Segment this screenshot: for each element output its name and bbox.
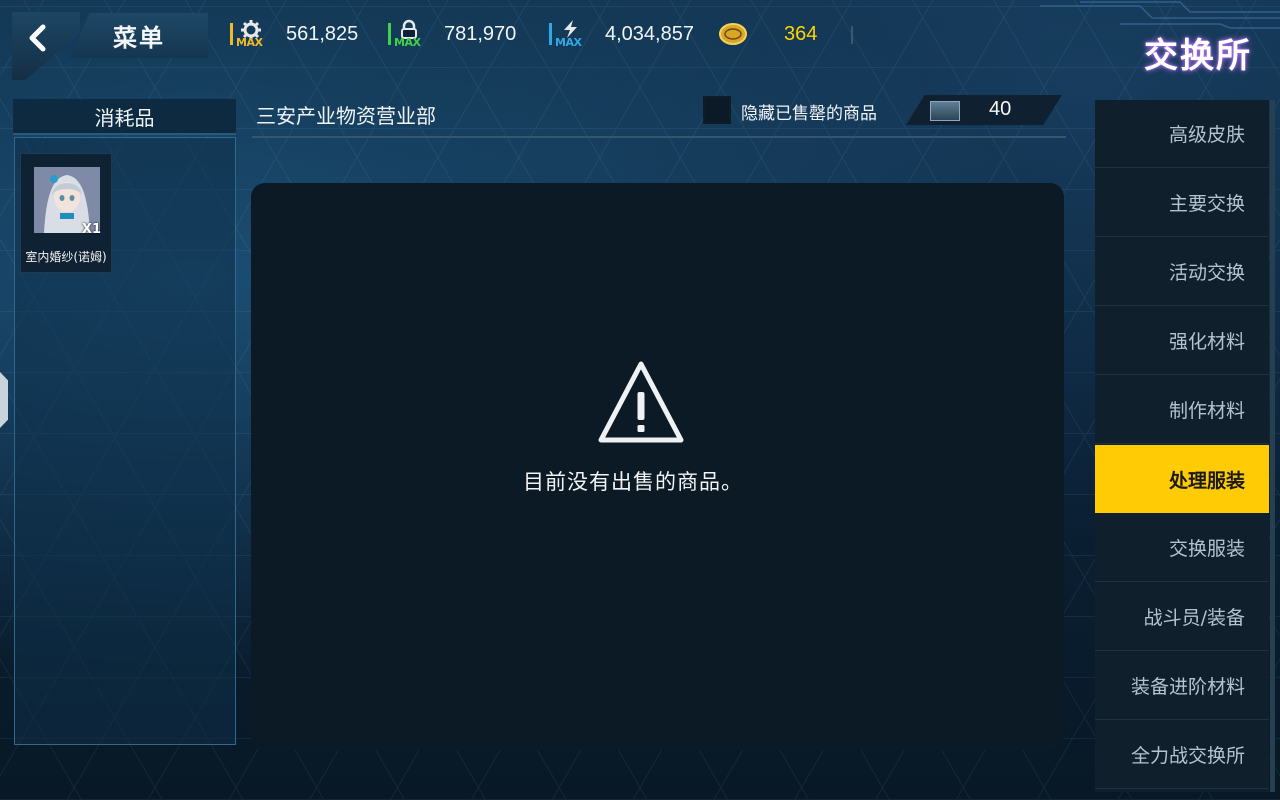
tab-premium-skins[interactable]: 高级皮肤 xyxy=(1095,100,1269,168)
empty-message: 目前没有出售的商品。 xyxy=(523,470,743,494)
hide-sold-checkbox[interactable] xyxy=(703,96,731,124)
resource-gold: 364 xyxy=(718,18,817,50)
item-quantity: X1 xyxy=(81,222,101,237)
gear-resource-icon: MAX xyxy=(230,19,264,49)
tab-equipment-upgrade-materials[interactable]: 装备进阶材料 xyxy=(1095,652,1269,720)
tabs-scrollbar[interactable] xyxy=(1270,100,1275,792)
department-name: 三安产业物资营业部 xyxy=(256,104,436,128)
page-title: 交换所 xyxy=(1144,36,1252,76)
tab-all-out-war-exchange[interactable]: 全力战交换所 xyxy=(1095,721,1269,789)
gold-value: 364 xyxy=(784,22,818,45)
tab-crafting-materials[interactable]: 制作材料 xyxy=(1095,376,1269,444)
item-name: 室内婚纱(诺姆) xyxy=(25,250,107,264)
lock-resource-icon: MAX xyxy=(388,19,422,49)
token-value: 40 xyxy=(989,98,1012,120)
category-tabs: 高级皮肤 主要交换 活动交换 强化材料 制作材料 处理服装 交换服装 战斗员/装… xyxy=(1095,100,1269,792)
circuit-decoration xyxy=(1040,1,1280,29)
resource-nutrient: MAX 781,970 xyxy=(388,18,516,50)
lightning-resource-icon: MAX xyxy=(549,19,583,49)
resource-power: MAX 4,034,857 xyxy=(549,18,694,50)
consumables-panel: X1 室内婚纱(诺姆) xyxy=(14,137,236,745)
resource-parts: MAX 561,825 xyxy=(230,18,358,50)
tab-enhance-materials[interactable]: 强化材料 xyxy=(1095,307,1269,375)
chevron-left-icon xyxy=(29,24,46,52)
parts-value: 561,825 xyxy=(286,22,359,45)
tab-main-exchange[interactable]: 主要交换 xyxy=(1095,169,1269,237)
back-button[interactable] xyxy=(12,12,80,80)
nutrient-value: 781,970 xyxy=(444,22,517,45)
warning-icon xyxy=(598,361,684,443)
power-value: 4,034,857 xyxy=(605,22,694,45)
tab-event-exchange[interactable]: 活动交换 xyxy=(1095,238,1269,306)
menu-label: 菜单 xyxy=(113,24,165,52)
consumables-heading: 消耗品 xyxy=(13,99,236,135)
tab-dispose-costumes[interactable]: 处理服装 xyxy=(1095,445,1269,513)
tab-combatants-equipment[interactable]: 战斗员/装备 xyxy=(1095,583,1269,651)
hide-sold-label[interactable]: 隐藏已售罄的商品 xyxy=(741,99,877,124)
consumable-item-card[interactable]: X1 室内婚纱(诺姆) xyxy=(20,153,112,273)
gold-coin-icon xyxy=(719,23,747,45)
side-drawer-handle[interactable] xyxy=(0,372,8,428)
costume-token-icon xyxy=(930,101,960,121)
header-divider xyxy=(252,136,1066,138)
resource-divider xyxy=(851,26,853,44)
tab-exchange-costumes[interactable]: 交换服装 xyxy=(1095,514,1269,582)
menu-button[interactable]: 菜单 xyxy=(70,13,208,58)
